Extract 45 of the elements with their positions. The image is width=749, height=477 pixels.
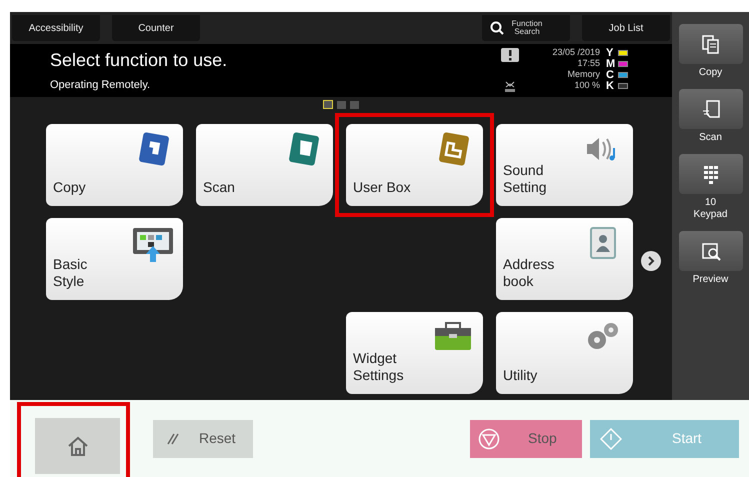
slash-icon	[167, 432, 179, 444]
function-tile[interactable]: Address book	[496, 218, 633, 300]
status-text: Operating Remotely.	[50, 78, 152, 93]
home-button[interactable]	[35, 418, 120, 474]
start-icon	[600, 428, 622, 450]
sidebar-button[interactable]	[678, 231, 742, 271]
memory-value: 100 %	[574, 80, 600, 91]
date-text: 23/05 /2019	[552, 47, 600, 58]
sidebar-label: Scan	[698, 132, 723, 144]
search-icon	[490, 21, 504, 35]
copy-icon	[700, 34, 720, 54]
chevron-right-icon	[647, 256, 655, 266]
tab[interactable]: Accessibility	[12, 15, 100, 41]
function-tile[interactable]: Basic Style	[46, 218, 183, 300]
time-text: 17:55	[577, 58, 600, 69]
preview-icon	[700, 240, 720, 262]
function-tile[interactable]: Utility	[496, 312, 633, 394]
toner-letter: C	[606, 70, 614, 80]
header-title: Select function to use.	[50, 49, 228, 72]
toner-letter: M	[606, 58, 614, 68]
sidebar-button[interactable]	[678, 89, 742, 129]
stop-icon	[478, 428, 500, 450]
tab[interactable]: Job List	[582, 15, 670, 41]
sidebar-label: Copy	[698, 67, 724, 79]
reset-button[interactable]: Reset	[153, 420, 253, 458]
function-tile[interactable]: Copy	[46, 124, 183, 206]
sidebar-button[interactable]	[678, 154, 742, 194]
function-search-button[interactable]: Function Search	[482, 15, 570, 41]
function-tile[interactable]: Widget Settings	[346, 312, 483, 394]
page-indicator[interactable]	[323, 100, 333, 109]
warning-icon	[501, 48, 519, 62]
sidebar-label: Preview	[692, 274, 730, 286]
tab[interactable]: Counter	[112, 15, 200, 41]
pdf-icon	[503, 81, 517, 93]
function-tile[interactable]: Scan	[196, 124, 333, 206]
home-icon	[66, 436, 88, 456]
sidebar-button[interactable]	[678, 24, 742, 64]
memory-label: Memory	[567, 69, 600, 80]
document-icon	[700, 98, 720, 120]
toner-letter: Y	[606, 48, 614, 58]
sidebar-label: 10 Keypad	[692, 197, 728, 221]
function-tile[interactable]: User Box	[346, 124, 483, 206]
function-tile[interactable]: Sound Setting	[496, 124, 633, 206]
toner-letter: K	[606, 80, 614, 90]
next-page-button[interactable]	[641, 251, 661, 271]
